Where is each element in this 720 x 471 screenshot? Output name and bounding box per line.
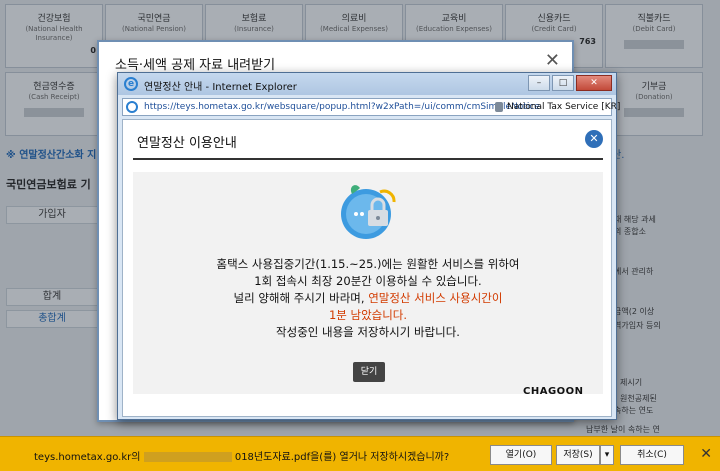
site-identity[interactable]: National Tax Service [KR]	[507, 102, 620, 112]
close-icon[interactable]: ✕	[700, 446, 712, 462]
notice-line-1: 홈택스 사용집중기간(1.15.~25.)에는 원활한 서비스를 위하여	[216, 257, 520, 271]
window-titlebar[interactable]: e 연말정산 안내 - Internet Explorer – □ ✕	[118, 73, 616, 95]
download-message-suffix: 018년도자료.pdf을(를) 열거나 저장하시겠습니까?	[234, 452, 450, 463]
divider	[133, 158, 603, 160]
lock-icon	[495, 102, 503, 112]
notice-warning-text: 연말정산 서비스 사용시간이	[368, 291, 503, 305]
notice-close-icon[interactable]: ✕	[585, 130, 603, 148]
download-message: teys.hometax.go.kr의 018년도자료.pdf을(를) 열거나 …	[34, 448, 449, 463]
save-button[interactable]: 저장(S)	[556, 445, 600, 465]
notice-line-2: 1회 접속시 최장 20분간 이용하실 수 있습니다.	[254, 274, 482, 288]
notice-message: 홈택스 사용집중기간(1.15.~25.)에는 원활한 서비스를 위하여 1회 …	[133, 256, 603, 341]
page-icon	[126, 101, 138, 113]
notice-line-5: 작성중인 내용을 저장하시기 바랍니다.	[276, 325, 460, 339]
minimize-button[interactable]: –	[528, 75, 550, 91]
notice-content: 연말정산 이용안내 ✕ 홈택스 사용집중기간(1.15.~25.)에는 원활한 …	[122, 119, 612, 417]
download-notification-bar: teys.hometax.go.kr의 018년도자료.pdf을(를) 열거나 …	[0, 436, 720, 471]
ie-popup-window: e 연말정산 안내 - Internet Explorer – □ ✕ http…	[117, 72, 620, 420]
time-remaining-warning: 1분 남았습니다.	[328, 308, 408, 322]
maximize-button[interactable]: □	[552, 75, 574, 91]
notice-body: 홈택스 사용집중기간(1.15.~25.)에는 원활한 서비스를 위하여 1회 …	[133, 172, 603, 397]
dialog-title: 소득·세액 공제 자료 내려받기	[115, 58, 276, 73]
cancel-button[interactable]: 취소(C)	[620, 445, 684, 465]
redacted-filename	[143, 452, 232, 462]
address-bar[interactable]: https://teys.hometax.go.kr/websquare/pop…	[122, 98, 620, 116]
save-options-chevron-down-icon[interactable]: ▾	[600, 445, 614, 465]
close-notice-button[interactable]: 닫기	[353, 362, 385, 382]
url-text: https://teys.hometax.go.kr/websquare/pop…	[144, 102, 540, 112]
time-lock-icon	[341, 185, 396, 239]
window-close-button[interactable]: ✕	[576, 75, 612, 91]
notice-title: 연말정산 이용안내	[137, 136, 237, 151]
notice-line-3-text: 널리 양해해 주시기 바라며,	[233, 291, 369, 305]
close-icon[interactable]: ✕	[545, 50, 560, 71]
internet-explorer-icon: e	[124, 77, 138, 91]
window-title: 연말정산 안내 - Internet Explorer	[144, 82, 297, 93]
watermark: CHAGOON	[523, 386, 584, 397]
download-message-prefix: teys.hometax.go.kr의	[34, 452, 141, 463]
window-controls: – □ ✕	[526, 75, 612, 91]
notice-line-3: 널리 양해해 주시기 바라며, 연말정산 서비스 사용시간이	[133, 290, 603, 307]
open-button[interactable]: 열기(O)	[490, 445, 552, 465]
